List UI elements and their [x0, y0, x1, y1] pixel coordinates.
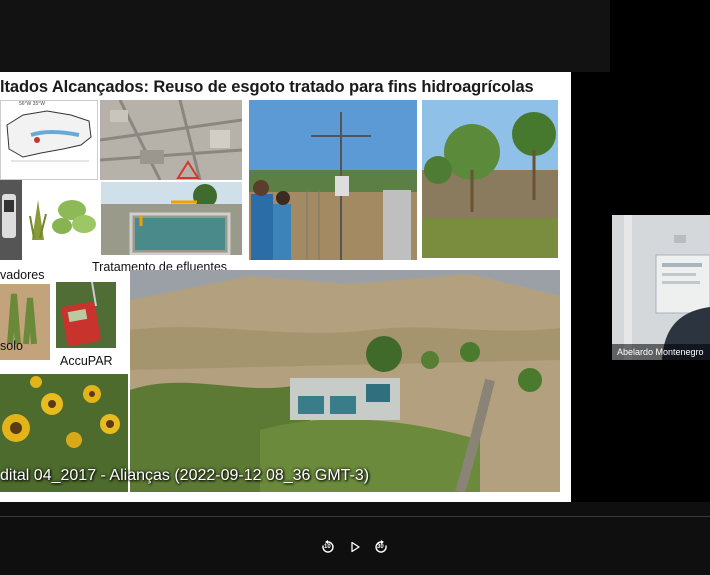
top-bar — [0, 0, 610, 72]
sensor-device-photo — [0, 180, 22, 260]
rewind-10-button[interactable]: 10 — [317, 537, 339, 557]
play-button[interactable] — [344, 537, 366, 557]
shared-slide: ltados Alcançados: Reuso de esgoto trata… — [0, 72, 571, 502]
caption-solo: solo — [0, 339, 23, 353]
aerial-city-photo — [100, 100, 242, 180]
play-icon — [351, 541, 360, 553]
treatment-tanks-photo — [101, 182, 242, 255]
map-scale-label: 56°W 35°W — [19, 101, 45, 107]
video-overlay-text: dital 04_2017 - Alianças (2022-09-12 08_… — [0, 467, 370, 484]
aerial-treatment-plant-photo — [130, 270, 560, 492]
forward-seconds-label: 30 — [377, 544, 384, 550]
rewind-seconds-label: 10 — [324, 544, 331, 550]
participant-video-tile[interactable]: Abelardo Montenegro — [612, 215, 710, 360]
map-image: 56°W 35°W — [0, 100, 98, 180]
accupar-device-photo — [56, 282, 116, 348]
slide-title: ltados Alcançados: Reuso de esgoto trata… — [0, 78, 534, 96]
weather-station-photo — [249, 100, 417, 260]
cactus-illustration — [24, 180, 100, 246]
caption-accupar: AccuPAR — [60, 354, 113, 368]
forward-30-button[interactable]: 30 — [370, 537, 392, 557]
trees-photo — [422, 100, 558, 258]
progress-track[interactable] — [0, 516, 710, 517]
caption-sensores: vadores — [0, 268, 45, 282]
participant-name: Abelardo Montenegro — [612, 344, 710, 360]
player-controls-bar: 10 30 — [0, 502, 710, 575]
